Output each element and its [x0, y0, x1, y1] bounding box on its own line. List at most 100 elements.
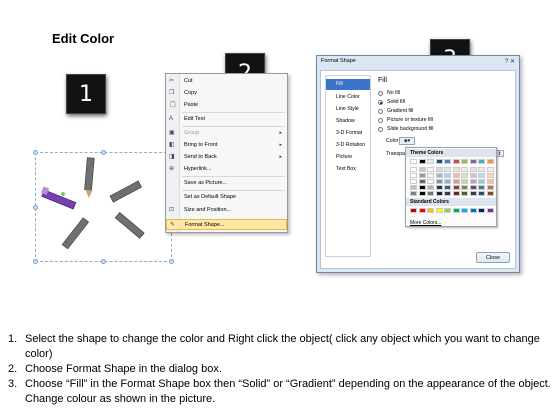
theme-color-swatch[interactable] — [461, 179, 468, 184]
standard-color-swatch[interactable] — [469, 208, 477, 213]
theme-color-swatch[interactable] — [427, 173, 434, 178]
theme-color-swatch[interactable] — [444, 185, 451, 190]
theme-color-swatch[interactable] — [444, 159, 451, 164]
menu-item-edit-text[interactable]: A Edit Text — [166, 114, 287, 125]
theme-color-swatch[interactable] — [427, 179, 434, 184]
theme-color-swatch[interactable] — [435, 191, 443, 196]
menu-item-group[interactable]: ▣ Group ▸ — [166, 128, 287, 139]
nav-item-text-box[interactable]: Text Box — [326, 164, 370, 175]
theme-color-swatch[interactable] — [469, 191, 477, 196]
menu-item-copy[interactable]: ❐ Copy — [166, 88, 287, 99]
theme-color-swatch[interactable] — [452, 191, 460, 196]
theme-color-swatch[interactable] — [410, 185, 417, 190]
theme-color-swatch[interactable] — [478, 185, 485, 190]
menu-item-cut[interactable]: ✂ Cut — [166, 76, 287, 87]
theme-color-swatch[interactable] — [410, 179, 417, 184]
radio-dot[interactable] — [378, 109, 383, 114]
more-colors-link[interactable]: More Colors... — [410, 220, 441, 226]
theme-color-swatch[interactable] — [478, 179, 485, 184]
theme-color-swatch[interactable] — [418, 167, 426, 172]
radio-dot[interactable] — [378, 127, 383, 132]
theme-color-swatch[interactable] — [410, 173, 417, 178]
theme-color-swatch[interactable] — [410, 159, 417, 164]
theme-color-swatch[interactable] — [427, 167, 434, 172]
theme-color-swatch[interactable] — [435, 185, 443, 190]
theme-color-swatch[interactable] — [461, 173, 468, 178]
standard-color-swatch[interactable] — [418, 208, 426, 213]
theme-color-swatch[interactable] — [427, 159, 434, 164]
theme-color-swatch[interactable] — [486, 167, 494, 172]
theme-color-swatch[interactable] — [435, 173, 443, 178]
theme-color-swatch[interactable] — [486, 159, 494, 164]
radio-dot[interactable] — [378, 91, 383, 96]
theme-color-swatch[interactable] — [444, 179, 451, 184]
nav-item-3d-format[interactable]: 3-D Format — [326, 128, 370, 139]
nav-item-picture[interactable]: Picture — [326, 152, 370, 163]
theme-color-swatch[interactable] — [410, 167, 417, 172]
close-button[interactable]: Close — [476, 252, 510, 263]
radio-gradient-fill[interactable]: Gradient fill — [378, 107, 413, 116]
theme-color-swatch[interactable] — [452, 185, 460, 190]
menu-item-format-shape[interactable]: ✎ Format Shape... — [166, 219, 287, 230]
selection-handle[interactable] — [101, 150, 106, 155]
radio-slide-background-fill[interactable]: Slide background fill — [378, 125, 433, 134]
menu-item-paste[interactable]: 📋 Paste — [166, 100, 287, 111]
menu-item-bring-to-front[interactable]: ◧ Bring to Front ▸ — [166, 140, 287, 151]
theme-color-swatch[interactable] — [418, 173, 426, 178]
theme-color-swatch[interactable] — [427, 191, 434, 196]
nav-item-line-style[interactable]: Line Style — [326, 104, 370, 115]
theme-color-swatch[interactable] — [461, 159, 468, 164]
theme-color-swatch[interactable] — [418, 191, 426, 196]
menu-item-set-default-shape[interactable]: Set as Default Shape — [166, 192, 287, 203]
theme-color-swatch[interactable] — [452, 167, 460, 172]
selection-handle[interactable] — [33, 205, 38, 210]
standard-color-swatch[interactable] — [427, 208, 434, 213]
menu-item-save-as-picture[interactable]: Save as Picture... — [166, 178, 287, 189]
theme-color-swatch[interactable] — [444, 173, 451, 178]
radio-no-fill[interactable]: No fill — [378, 89, 400, 98]
theme-color-swatch[interactable] — [418, 179, 426, 184]
menu-item-hyperlink[interactable]: ⊕ Hyperlink... — [166, 164, 287, 175]
standard-color-swatch[interactable] — [452, 208, 460, 213]
theme-color-swatch[interactable] — [435, 167, 443, 172]
standard-color-swatch[interactable] — [435, 208, 443, 213]
theme-color-swatch[interactable] — [435, 179, 443, 184]
theme-color-swatch[interactable] — [444, 191, 451, 196]
theme-color-swatch[interactable] — [469, 173, 477, 178]
nav-item-3d-rotation[interactable]: 3-D Rotation — [326, 140, 370, 151]
selection-handle[interactable] — [33, 150, 38, 155]
selection-handle[interactable] — [33, 259, 38, 264]
theme-color-swatch[interactable] — [469, 159, 477, 164]
theme-color-swatch[interactable] — [478, 167, 485, 172]
pencil-figure[interactable] — [30, 148, 180, 268]
theme-color-swatch[interactable] — [452, 159, 460, 164]
theme-color-swatch[interactable] — [452, 179, 460, 184]
theme-color-swatch[interactable] — [486, 191, 494, 196]
standard-color-swatch[interactable] — [461, 208, 468, 213]
nav-item-fill[interactable]: Fill — [326, 79, 370, 90]
standard-color-swatch[interactable] — [410, 208, 417, 213]
theme-color-swatch[interactable] — [486, 179, 494, 184]
menu-item-size-position[interactable]: ⊡ Size and Position... — [166, 205, 287, 216]
theme-color-swatch[interactable] — [435, 159, 443, 164]
theme-color-swatch[interactable] — [486, 185, 494, 190]
theme-color-swatch[interactable] — [427, 185, 434, 190]
color-picker-button[interactable]: ◈▾ — [399, 137, 415, 145]
nav-item-line-color[interactable]: Line Color — [326, 92, 370, 103]
standard-color-swatch[interactable] — [478, 208, 485, 213]
theme-color-swatch[interactable] — [469, 167, 477, 172]
theme-color-swatch[interactable] — [418, 185, 426, 190]
nav-item-shadow[interactable]: Shadow — [326, 116, 370, 127]
theme-color-swatch[interactable] — [461, 167, 468, 172]
standard-color-swatch[interactable] — [444, 208, 451, 213]
theme-color-swatch[interactable] — [410, 191, 417, 196]
standard-color-swatch[interactable] — [486, 208, 494, 213]
theme-color-swatch[interactable] — [469, 179, 477, 184]
theme-color-swatch[interactable] — [444, 167, 451, 172]
theme-color-swatch[interactable] — [418, 159, 426, 164]
radio-dot[interactable] — [378, 100, 383, 105]
theme-color-swatch[interactable] — [452, 173, 460, 178]
theme-color-swatch[interactable] — [461, 185, 468, 190]
menu-item-send-to-back[interactable]: ◨ Send to Back ▸ — [166, 152, 287, 163]
radio-solid-fill[interactable]: Solid fill — [378, 98, 405, 107]
